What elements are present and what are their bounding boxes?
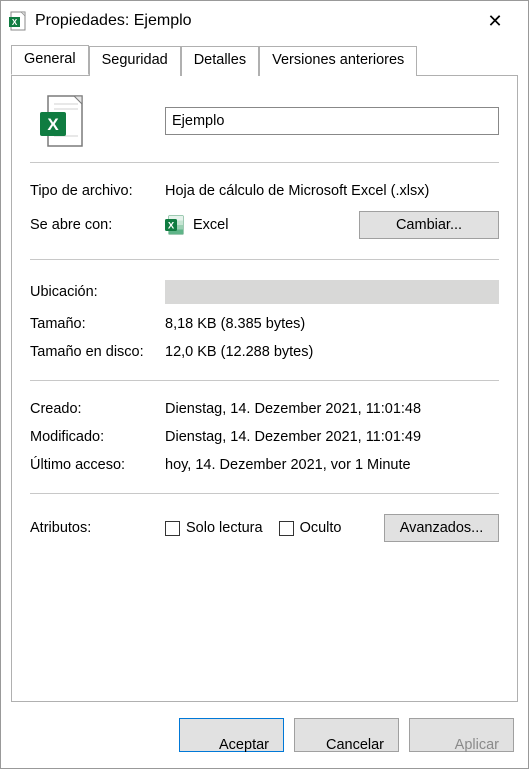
readonly-checkbox[interactable]: Solo lectura bbox=[165, 520, 263, 536]
hidden-label: Oculto bbox=[300, 520, 342, 536]
value-created: Dienstag, 14. Dezember 2021, 11:01:48 bbox=[165, 401, 499, 417]
label-location: Ubicación: bbox=[30, 284, 165, 300]
checkbox-icon bbox=[165, 521, 180, 536]
checkbox-icon bbox=[279, 521, 294, 536]
label-filetype: Tipo de archivo: bbox=[30, 183, 165, 199]
separator bbox=[30, 259, 499, 260]
properties-dialog: X Propiedades: Ejemplo ✕ General Segurid… bbox=[0, 0, 529, 769]
separator bbox=[30, 162, 499, 163]
dialog-footer: Aceptar Cancelar Aplicar bbox=[1, 702, 528, 768]
label-created: Creado: bbox=[30, 401, 165, 417]
close-icon[interactable]: ✕ bbox=[476, 11, 520, 32]
svg-text:X: X bbox=[47, 115, 59, 134]
window-title: Propiedades: Ejemplo bbox=[35, 12, 192, 30]
label-attributes: Atributos: bbox=[30, 520, 165, 536]
filename-input[interactable] bbox=[165, 107, 499, 135]
label-openswith: Se abre con: bbox=[30, 217, 165, 233]
excel-app-icon: X bbox=[165, 215, 185, 235]
value-location bbox=[165, 280, 499, 304]
tab-strip: General Seguridad Detalles Versiones ant… bbox=[11, 45, 518, 75]
ok-button[interactable]: Aceptar bbox=[179, 718, 284, 752]
label-modified: Modificado: bbox=[30, 429, 165, 445]
content-area: General Seguridad Detalles Versiones ant… bbox=[1, 41, 528, 702]
titlebar: X Propiedades: Ejemplo ✕ bbox=[1, 1, 528, 41]
value-sizeondisk: 12,0 KB (12.288 bytes) bbox=[165, 344, 499, 360]
hidden-checkbox[interactable]: Oculto bbox=[279, 520, 342, 536]
file-type-icon: X bbox=[38, 94, 82, 148]
svg-text:X: X bbox=[168, 221, 175, 232]
separator bbox=[30, 380, 499, 381]
separator bbox=[30, 493, 499, 494]
readonly-label: Solo lectura bbox=[186, 520, 263, 536]
label-sizeondisk: Tamaño en disco: bbox=[30, 344, 165, 360]
value-size: 8,18 KB (8.385 bytes) bbox=[165, 316, 499, 332]
label-accessed: Último acceso: bbox=[30, 457, 165, 473]
svg-text:X: X bbox=[12, 18, 18, 27]
apply-button[interactable]: Aplicar bbox=[409, 718, 514, 752]
tab-panel-general: X Tipo de archivo: Hoja de cálculo de Mi… bbox=[11, 75, 518, 702]
cancel-button[interactable]: Cancelar bbox=[294, 718, 399, 752]
value-filetype: Hoja de cálculo de Microsoft Excel (.xls… bbox=[165, 183, 499, 199]
value-openswith: Excel bbox=[193, 217, 228, 233]
excel-file-icon: X bbox=[9, 11, 27, 31]
advanced-button[interactable]: Avanzados... bbox=[384, 514, 499, 542]
label-size: Tamaño: bbox=[30, 316, 165, 332]
change-button[interactable]: Cambiar... bbox=[359, 211, 499, 239]
tab-previous-versions[interactable]: Versiones anteriores bbox=[259, 46, 417, 76]
tab-general[interactable]: General bbox=[11, 45, 89, 75]
value-accessed: hoy, 14. Dezember 2021, vor 1 Minute bbox=[165, 457, 499, 473]
value-modified: Dienstag, 14. Dezember 2021, 11:01:49 bbox=[165, 429, 499, 445]
tab-security[interactable]: Seguridad bbox=[89, 46, 181, 76]
tab-details[interactable]: Detalles bbox=[181, 46, 259, 76]
